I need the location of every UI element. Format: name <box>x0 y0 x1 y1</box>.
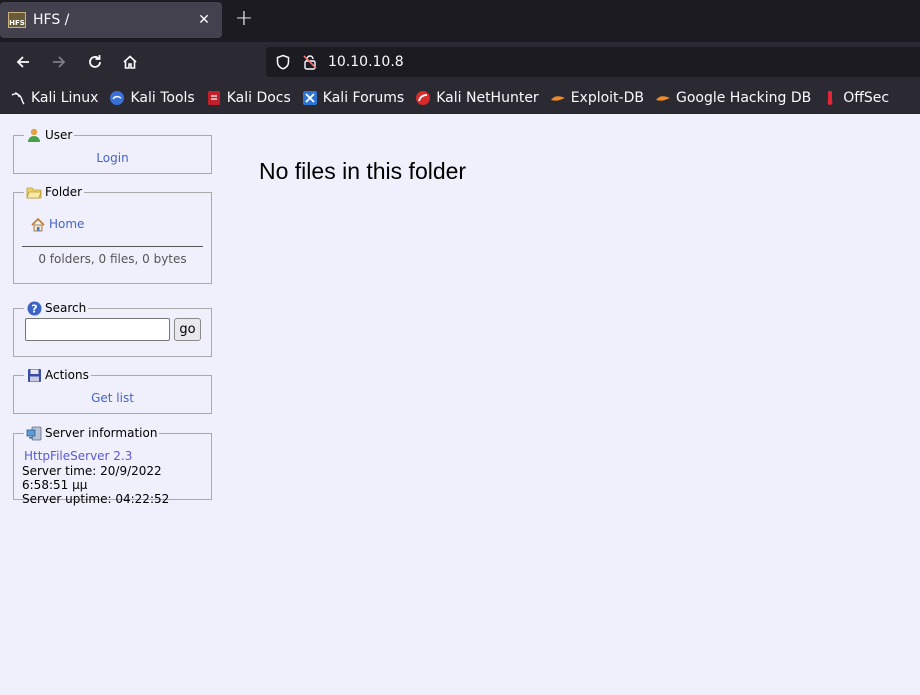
bookmark-kali-tools[interactable]: Kali Tools <box>109 90 195 106</box>
search-legend-label: Search <box>45 301 87 315</box>
svg-text:?: ? <box>31 302 37 315</box>
home-icon[interactable] <box>118 50 142 74</box>
navigation-bar: 10.10.10.8 <box>0 42 920 82</box>
url-text: 10.10.10.8 <box>328 54 404 70</box>
bookmark-kali-nethunter[interactable]: Kali NetHunter <box>415 90 539 106</box>
folder-legend-label: Folder <box>45 185 83 199</box>
bookmark-label: Kali Docs <box>226 90 291 106</box>
page-content: User Login Folder Home 0 folders, 0 file… <box>0 114 920 695</box>
hfs-favicon-icon: HFS <box>8 12 26 28</box>
search-panel: ? Search go <box>13 300 212 357</box>
actions-legend-label: Actions <box>45 368 89 382</box>
ghdb-icon <box>655 90 671 106</box>
bookmark-kali-docs[interactable]: Kali Docs <box>206 90 291 106</box>
search-input[interactable] <box>25 318 170 341</box>
shield-icon[interactable] <box>274 53 292 71</box>
login-link[interactable]: Login <box>96 151 128 165</box>
home-link-row: Home <box>14 200 211 232</box>
hfs-version-link[interactable]: HttpFileServer 2.3 <box>24 449 132 463</box>
bookmarks-bar: Kali Linux Kali Tools Kali Docs Kali For… <box>0 82 920 114</box>
bookmark-label: Kali Forums <box>322 90 405 106</box>
home-link[interactable]: Home <box>49 217 84 231</box>
exploit-db-icon <box>550 90 566 106</box>
address-bar[interactable]: 10.10.10.8 <box>266 47 920 77</box>
empty-folder-message: No files in this folder <box>259 158 467 184</box>
user-panel: User Login <box>13 127 212 174</box>
user-legend-label: User <box>45 128 73 142</box>
user-legend: User <box>24 127 74 143</box>
server-info-legend-label: Server information <box>45 426 158 440</box>
bookmark-label: Exploit-DB <box>570 90 644 106</box>
close-tab-icon[interactable]: ✕ <box>194 12 214 28</box>
forward-arrow-icon[interactable] <box>47 50 71 74</box>
bookmark-kali-forums[interactable]: Kali Forums <box>302 90 404 106</box>
bookmark-google-hacking-db[interactable]: Google Hacking DB <box>655 90 811 106</box>
bookmark-label: Kali Tools <box>130 90 195 106</box>
tab-bar: HFS HFS / ✕ + <box>0 0 920 42</box>
folder-panel: Folder Home 0 folders, 0 files, 0 bytes <box>13 184 212 284</box>
folder-legend: Folder <box>24 184 84 200</box>
user-icon <box>26 127 42 143</box>
bookmark-offsec[interactable]: OffSec <box>822 90 889 106</box>
kali-docs-icon <box>206 90 222 106</box>
bookmark-kali-linux[interactable]: Kali Linux <box>10 90 98 106</box>
server-info-legend: Server information <box>24 425 159 441</box>
get-list-link[interactable]: Get list <box>91 391 134 405</box>
bookmark-label: Google Hacking DB <box>675 90 812 106</box>
new-tab-icon[interactable]: + <box>232 8 256 32</box>
server-time: Server time: 20/9/2022 6:58:51 μμ <box>22 464 162 492</box>
insecure-lock-icon[interactable] <box>301 53 319 71</box>
actions-panel: Actions Get list <box>13 367 212 414</box>
server-uptime: Server uptime: 04:22:52 <box>22 492 170 506</box>
kali-tools-icon <box>109 90 125 106</box>
offsec-icon <box>822 90 838 106</box>
actions-legend: Actions <box>24 367 91 383</box>
floppy-disk-icon <box>26 367 42 383</box>
server-info-panel: Server information HttpFileServer 2.3 Se… <box>13 425 212 506</box>
kali-nethunter-icon <box>415 90 431 106</box>
help-question-icon: ? <box>26 300 42 316</box>
tab-title: HFS / <box>33 12 70 28</box>
kali-forums-icon <box>302 90 318 106</box>
folder-open-icon <box>26 184 42 200</box>
search-legend: ? Search <box>24 300 88 316</box>
home-folder-icon <box>30 216 46 232</box>
bookmark-label: Kali NetHunter <box>436 90 539 106</box>
bookmark-exploit-db[interactable]: Exploit-DB <box>550 90 644 106</box>
server-computer-icon <box>26 425 42 441</box>
search-go-button[interactable]: go <box>174 318 201 341</box>
back-arrow-icon[interactable] <box>11 50 35 74</box>
bookmark-label: OffSec <box>843 90 890 106</box>
kali-dragon-icon <box>10 90 26 106</box>
reload-icon[interactable] <box>83 50 107 74</box>
folder-stats: 0 folders, 0 files, 0 bytes <box>38 252 187 266</box>
bookmark-label: Kali Linux <box>31 90 99 106</box>
browser-tab[interactable]: HFS HFS / ✕ <box>0 2 222 38</box>
